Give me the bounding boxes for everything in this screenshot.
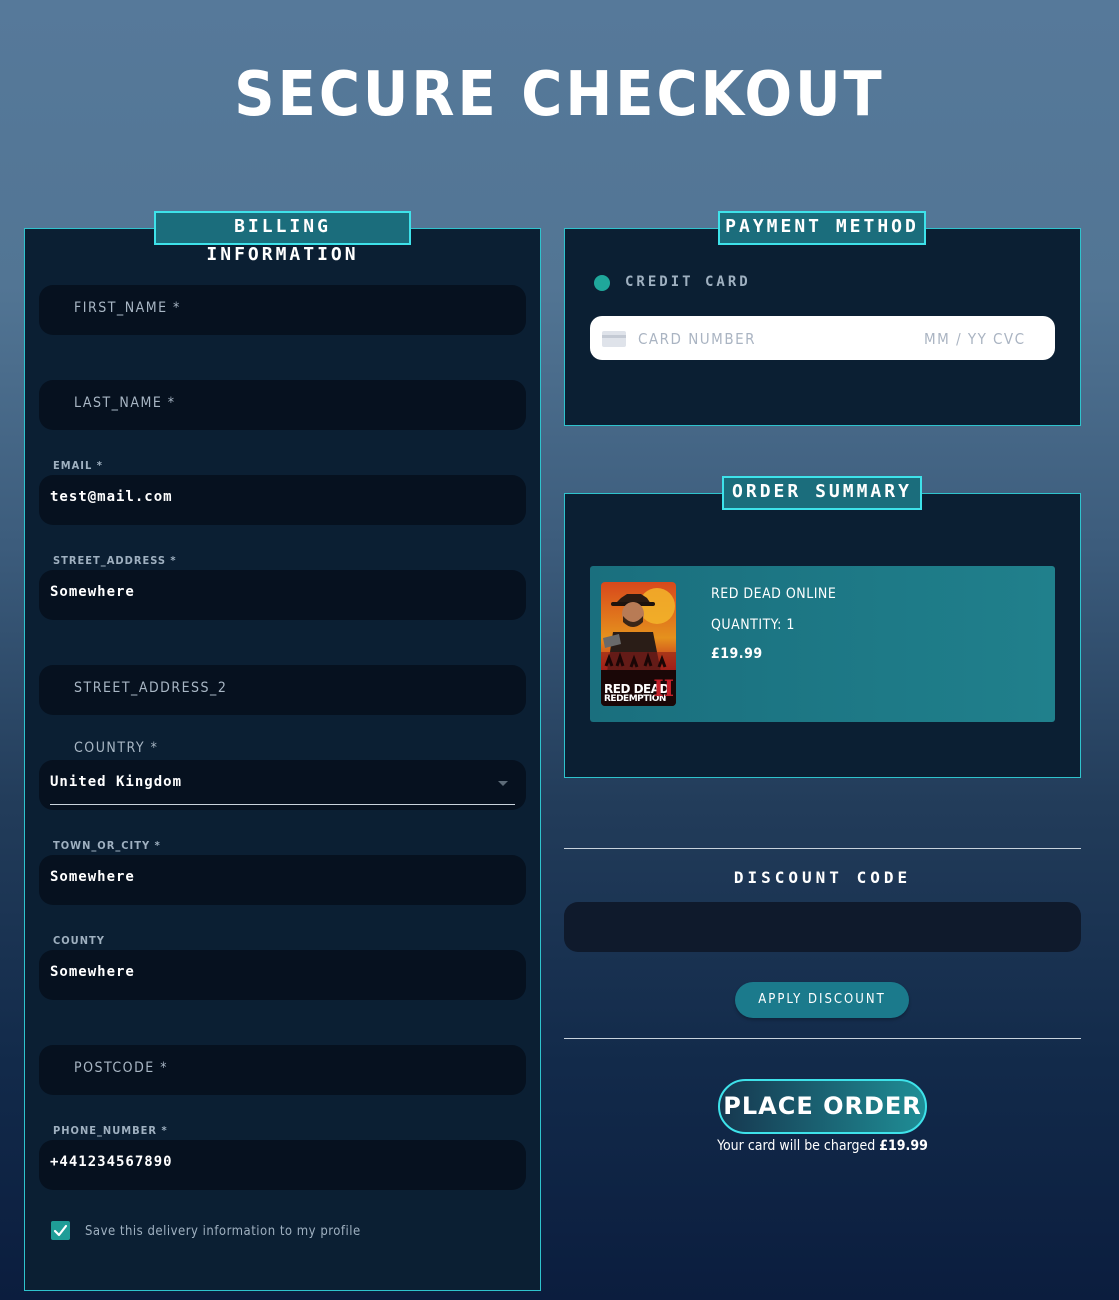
game-cover-image: RED DEAD REDEMPTION II [601, 582, 676, 706]
card-number-placeholder: CARD NUMBER [638, 330, 756, 348]
first-name-field[interactable]: FIRST_NAME * [39, 285, 526, 335]
credit-card-icon [602, 331, 626, 347]
charge-prefix: Your card will be charged [717, 1138, 876, 1154]
street-address-value: Somewhere [50, 584, 135, 600]
email-value: test@mail.com [50, 489, 173, 505]
payment-panel: CREDIT CARD CARD NUMBER MM / YY CVC [564, 228, 1081, 426]
discount-title: DISCOUNT CODE [733, 868, 912, 887]
item-quantity: QUANTITY: 1 [711, 617, 795, 633]
phone-number-value: +441234567890 [50, 1154, 173, 1170]
phone-number-label: PHONE_NUMBER * [53, 1124, 168, 1137]
street-address-field[interactable]: Somewhere [39, 570, 526, 620]
last-name-placeholder: LAST_NAME * [74, 395, 176, 411]
cover-numeral: II [653, 676, 674, 702]
country-label: COUNTRY * [74, 740, 159, 756]
select-underline [50, 804, 515, 805]
postcode-field[interactable]: POSTCODE * [39, 1045, 526, 1095]
street-address-2-field[interactable]: STREET_ADDRESS_2 [39, 665, 526, 715]
divider-top [564, 848, 1081, 849]
credit-card-label: CREDIT CARD [625, 274, 751, 290]
payment-heading: PAYMENT METHOD [718, 211, 926, 245]
street-address-2-placeholder: STREET_ADDRESS_2 [74, 680, 228, 696]
order-item: RED DEAD REDEMPTION II RED DEAD ONLINE Q… [590, 566, 1055, 722]
cvc-placeholder: CVC [993, 330, 1026, 348]
country-value: United Kingdom [50, 774, 183, 790]
expiry-placeholder: MM / YY [924, 330, 988, 348]
charge-note: Your card will be charged £19.99 [564, 1138, 1081, 1154]
divider-bottom [564, 1038, 1081, 1039]
checkmark-icon [53, 1224, 68, 1237]
town-or-city-field[interactable]: Somewhere [39, 855, 526, 905]
email-field[interactable]: test@mail.com [39, 475, 526, 525]
charge-amount: £19.99 [879, 1138, 928, 1154]
order-summary-panel: RED DEAD REDEMPTION II RED DEAD ONLINE Q… [564, 493, 1081, 778]
county-label: COUNTY [53, 934, 105, 947]
chevron-down-icon [498, 781, 508, 786]
save-info-label: Save this delivery information to my pro… [85, 1224, 361, 1239]
order-summary-heading: ORDER SUMMARY [722, 476, 922, 510]
billing-panel: FIRST_NAME * LAST_NAME * EMAIL * test@ma… [24, 228, 541, 1291]
first-name-placeholder: FIRST_NAME * [74, 300, 181, 316]
last-name-field[interactable]: LAST_NAME * [39, 380, 526, 430]
town-or-city-label: TOWN_OR_CITY * [53, 839, 161, 852]
street-address-label: STREET_ADDRESS * [53, 554, 177, 567]
page-title: SECURE CHECKOUT [234, 58, 885, 131]
email-label: EMAIL * [53, 459, 103, 472]
county-value: Somewhere [50, 964, 135, 980]
item-price: £19.99 [711, 646, 763, 662]
town-or-city-value: Somewhere [50, 869, 135, 885]
discount-code-input[interactable] [564, 902, 1081, 952]
credit-card-radio[interactable] [594, 275, 610, 291]
save-info-checkbox[interactable] [51, 1221, 70, 1240]
country-select[interactable]: United Kingdom [39, 760, 526, 810]
postcode-placeholder: POSTCODE * [74, 1060, 169, 1076]
item-name: RED DEAD ONLINE [711, 586, 837, 602]
phone-number-field[interactable]: +441234567890 [39, 1140, 526, 1190]
county-field[interactable]: Somewhere [39, 950, 526, 1000]
place-order-button[interactable]: PLACE ORDER [718, 1079, 927, 1134]
billing-heading: BILLING INFORMATION [154, 211, 411, 265]
apply-discount-button[interactable]: APPLY DISCOUNT [735, 982, 909, 1018]
card-input[interactable]: CARD NUMBER MM / YY CVC [590, 316, 1055, 360]
